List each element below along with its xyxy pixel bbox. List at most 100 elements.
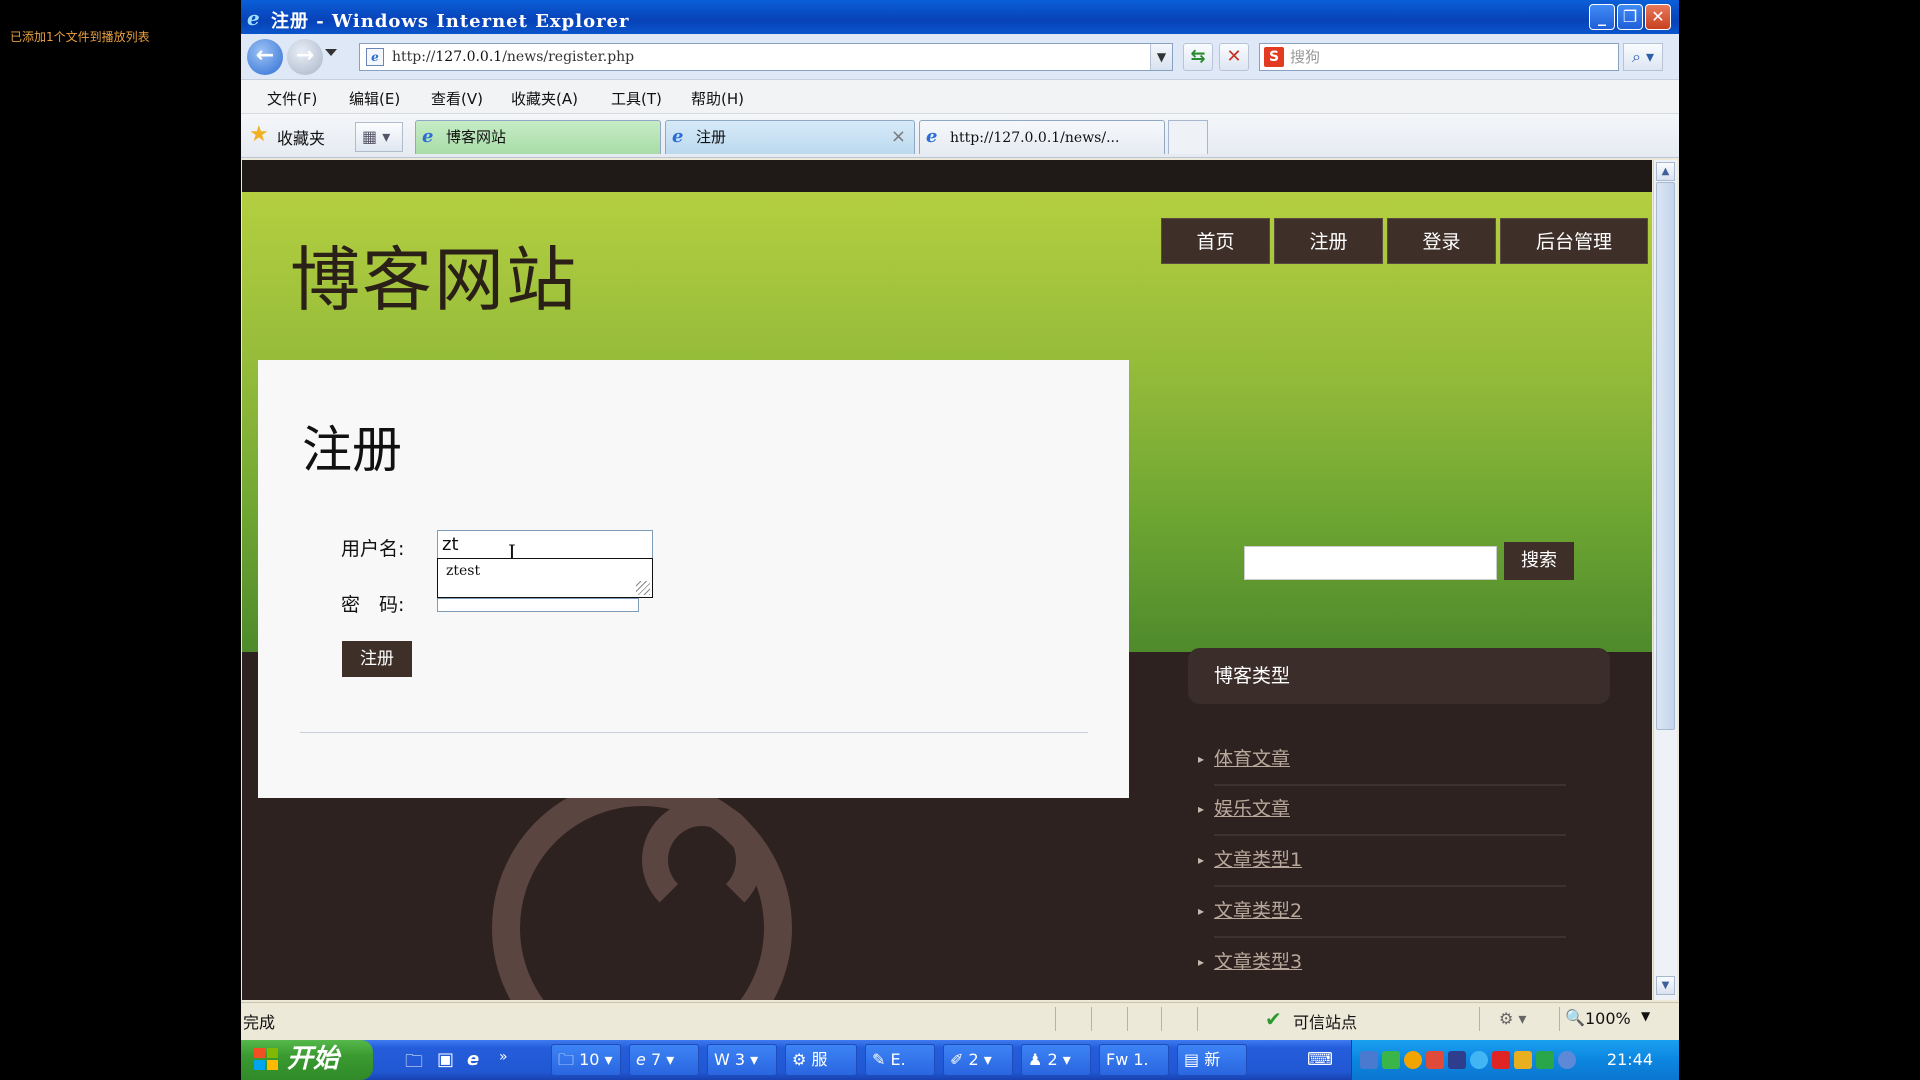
taskbar-fw[interactable]: Fw 1. <box>1099 1044 1169 1076</box>
taskbar-app-e[interactable]: ✎ E. <box>865 1044 935 1076</box>
category-link[interactable]: 文章类型2 <box>1214 896 1302 923</box>
url-prefix: http:// <box>392 49 436 65</box>
trusted-check-icon: ✔ <box>1265 1007 1282 1031</box>
more-quicklaunch-icon[interactable]: » <box>499 1049 508 1065</box>
taskbar-word[interactable]: W 3 ▾ <box>707 1044 777 1076</box>
refresh-icon[interactable]: ⇆ <box>1183 43 1213 71</box>
close-icon[interactable]: ✕ <box>1645 4 1671 30</box>
search-input[interactable]: S 搜狗 <box>1259 43 1619 71</box>
autocomplete-suggestion[interactable]: ztest <box>446 563 480 579</box>
status-bar: 完成 ✔ 可信站点 ⚙ ▾ 🔍 100% ▼ <box>241 1002 1679 1034</box>
quick-tabs-icon[interactable]: ▦ ▾ <box>355 122 403 152</box>
taskbar-qq[interactable]: ♟ 2 ▾ <box>1021 1044 1091 1076</box>
address-input[interactable]: e http://127.0.0.1/news/register.php ▼ <box>359 43 1173 71</box>
restore-icon[interactable]: ❐ <box>1617 4 1643 30</box>
taskbar-new[interactable]: ▤ 新 <box>1177 1044 1247 1076</box>
window-title: 注册 - Windows Internet Explorer <box>271 11 630 32</box>
stop-icon[interactable]: ✕ <box>1219 43 1249 71</box>
category-link[interactable]: 体育文章 <box>1214 744 1290 771</box>
taskbar-count: 2 <box>1047 1050 1058 1069</box>
scroll-thumb[interactable] <box>1656 182 1675 730</box>
category-divider <box>1214 784 1566 786</box>
zoom-dropdown-icon[interactable]: ▼ <box>1641 1009 1650 1023</box>
taskbar-folders[interactable]: 🗀 10 ▾ <box>551 1044 621 1076</box>
register-button[interactable]: 注册 <box>342 641 412 677</box>
zoom-icon[interactable]: 🔍 <box>1565 1008 1585 1027</box>
nav-admin[interactable]: 后台管理 <box>1500 218 1648 264</box>
windows-flag-icon <box>254 1048 278 1070</box>
title-bar: e 注册 - Windows Internet Explorer _ ❐ ✕ <box>241 0 1679 34</box>
network-icon[interactable] <box>1360 1051 1378 1069</box>
taskbar-ie[interactable]: e 7 ▾ <box>629 1044 699 1076</box>
search-go-icon[interactable]: ⌕ ▾ <box>1623 43 1663 71</box>
app-tray-icon[interactable] <box>1448 1051 1466 1069</box>
menu-help[interactable]: 帮助(H) <box>691 88 744 109</box>
app-tray-icon[interactable] <box>1470 1051 1488 1069</box>
history-dropdown-icon[interactable] <box>325 49 337 56</box>
page-icon: e <box>366 48 384 66</box>
menu-favorites[interactable]: 收藏夹(A) <box>511 88 578 109</box>
autocomplete-dropdown[interactable]: ztest <box>437 558 653 598</box>
taskbar-pdf[interactable]: ✐ 2 ▾ <box>943 1044 1013 1076</box>
taskbar-label: 新 <box>1204 1050 1221 1069</box>
ie-logo-icon: e <box>247 6 260 30</box>
favorites-star-icon[interactable]: ★ <box>249 122 269 147</box>
resize-grip-icon[interactable] <box>636 581 650 595</box>
scroll-up-icon[interactable]: ▲ <box>1656 162 1675 181</box>
app-tray-icon[interactable] <box>1558 1051 1576 1069</box>
nav-register[interactable]: 注册 <box>1274 218 1383 264</box>
shield-icon[interactable] <box>1536 1051 1554 1069</box>
site-search-input[interactable] <box>1244 546 1497 580</box>
zoom-level[interactable]: 100% <box>1585 1009 1631 1028</box>
new-tab-button[interactable] <box>1168 120 1208 154</box>
password-label: 密 码: <box>341 594 405 616</box>
back-icon[interactable]: ← <box>247 39 283 75</box>
site-search-button[interactable]: 搜索 <box>1504 542 1574 580</box>
minimize-icon[interactable]: _ <box>1589 4 1615 30</box>
security-zone[interactable]: 可信站点 <box>1293 1009 1357 1033</box>
menu-file[interactable]: 文件(F) <box>267 88 317 109</box>
tab-url[interactable]: e http://127.0.0.1/news/... <box>919 120 1165 154</box>
taskbar-label: 服 <box>811 1050 828 1069</box>
player-icon[interactable] <box>1382 1051 1400 1069</box>
category-link[interactable]: 娱乐文章 <box>1214 794 1290 821</box>
keyboard-icon[interactable]: ⌨ <box>1307 1049 1333 1070</box>
favorites-label[interactable]: 收藏夹 <box>277 125 325 149</box>
status-text: 完成 <box>243 1013 276 1032</box>
qq-icon[interactable] <box>1514 1051 1532 1069</box>
tab-blog[interactable]: e 博客网站 <box>415 120 661 154</box>
app-tray-icon[interactable] <box>1426 1051 1444 1069</box>
playlist-notice: 已添加1个文件到播放列表 <box>10 30 150 44</box>
nav-login[interactable]: 登录 <box>1387 218 1496 264</box>
bullet-icon: ▸ <box>1198 752 1205 766</box>
address-dropdown-icon[interactable]: ▼ <box>1150 44 1172 70</box>
menu-edit[interactable]: 编辑(E) <box>349 88 400 109</box>
menu-tools[interactable]: 工具(T) <box>611 88 662 109</box>
explorer-quicklaunch-icon[interactable]: 🗀 <box>405 1049 423 1079</box>
taskbar-count: 7 <box>650 1050 662 1069</box>
username-input[interactable]: zt <box>437 530 653 560</box>
category-link[interactable]: 文章类型3 <box>1214 947 1302 974</box>
tab-close-icon[interactable]: × <box>891 121 906 153</box>
nav-home[interactable]: 首页 <box>1161 218 1270 264</box>
ie-quicklaunch-icon[interactable]: e <box>467 1049 479 1070</box>
top-strip <box>242 160 1652 192</box>
scroll-down-icon[interactable]: ▼ <box>1656 976 1675 995</box>
vertical-scrollbar[interactable]: ▲ ▼ <box>1653 160 1677 1000</box>
system-tray: 21:44 <box>1351 1040 1679 1080</box>
protected-mode-icon[interactable]: ⚙ ▾ <box>1499 1009 1526 1028</box>
search-placeholder: 搜狗 <box>1290 48 1321 66</box>
start-button[interactable]: 开始 <box>241 1040 373 1080</box>
category-link[interactable]: 文章类型1 <box>1214 845 1302 872</box>
ie-tab-icon: e <box>422 126 434 147</box>
password-input[interactable] <box>437 598 639 612</box>
taskbar-service[interactable]: ⚙ 服 <box>785 1044 857 1076</box>
desktop-quicklaunch-icon[interactable]: ▣ <box>437 1049 454 1070</box>
page-title: 注册 <box>302 421 402 479</box>
start-label: 开始 <box>287 1044 340 1074</box>
menu-view[interactable]: 查看(V) <box>431 88 483 109</box>
tab-register[interactable]: e 注册 × <box>665 120 915 154</box>
forward-icon[interactable]: → <box>287 39 323 75</box>
app-tray-icon[interactable] <box>1404 1051 1422 1069</box>
qq-icon[interactable] <box>1492 1051 1510 1069</box>
